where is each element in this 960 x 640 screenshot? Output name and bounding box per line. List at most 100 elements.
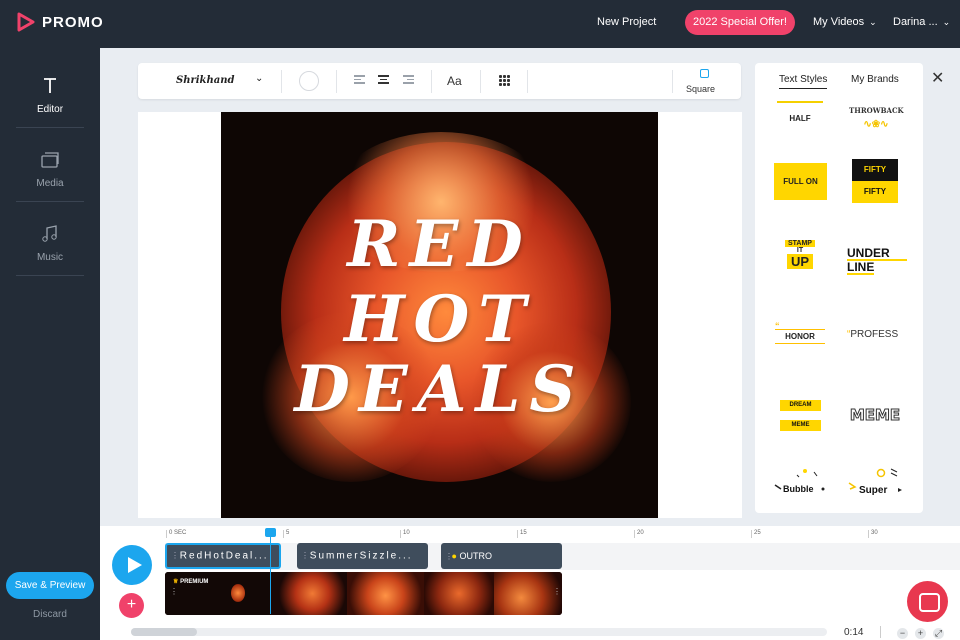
sidebar-item-editor[interactable]: Editor	[16, 54, 84, 128]
style-meme[interactable]: MEME	[847, 406, 903, 425]
left-sidebar: Editor Media Music	[0, 48, 100, 640]
headline-line-1: RED	[347, 207, 532, 282]
drag-handle-icon[interactable]: ⋮	[445, 544, 453, 570]
zoom-in-icon[interactable]: +	[915, 628, 926, 639]
color-picker[interactable]	[299, 71, 319, 91]
font-select[interactable]: Shrikhand	[176, 75, 235, 86]
promo-logo[interactable]: PROMO	[16, 12, 104, 32]
play-button[interactable]	[112, 545, 152, 585]
duration-label: 0:14	[844, 627, 864, 638]
style-label: Bubble	[783, 484, 814, 494]
dot-icon: ●	[451, 551, 457, 561]
sidebar-item-label: Media	[36, 178, 64, 189]
style-dream-meme[interactable]: DREAM MEME	[780, 400, 821, 431]
divider	[672, 70, 673, 93]
sidebar-item-label: Music	[36, 252, 64, 263]
style-super[interactable]: Super	[847, 467, 905, 501]
ornament-icon: ∿❀∿	[863, 119, 889, 130]
ruler-tick: 5	[283, 530, 289, 538]
style-bubble[interactable]: Bubble	[773, 467, 829, 501]
special-offer-button[interactable]: 2022 Special Offer!	[685, 10, 795, 35]
ratio-label[interactable]: Square	[686, 84, 715, 94]
divider	[336, 70, 337, 93]
headline-text[interactable]: RED HOT DEALS	[221, 112, 658, 518]
fit-icon[interactable]: ⤢	[933, 628, 944, 639]
user-menu[interactable]: Darina ... ⌄	[893, 16, 950, 28]
sidebar-item-media[interactable]: Media	[16, 128, 84, 202]
chevron-down-icon: ⌄	[942, 17, 951, 27]
media-icon	[41, 152, 59, 168]
style-half[interactable]: HALF	[777, 101, 823, 126]
text-track	[165, 543, 960, 570]
new-project-link[interactable]: New Project	[597, 16, 656, 28]
close-icon[interactable]: ✕	[931, 68, 944, 88]
tab-my-brands[interactable]: My Brands	[851, 74, 899, 85]
drag-handle-icon[interactable]: ⋮	[171, 545, 179, 567]
save-preview-button[interactable]: Save & Preview	[6, 572, 94, 599]
style-label: UNDER	[847, 247, 907, 261]
style-label: Super	[859, 485, 888, 496]
style-label: PROFESS	[850, 329, 899, 340]
style-label: MEME	[849, 406, 901, 425]
ruler-tick: 25	[751, 530, 761, 538]
timeline-scrollbar[interactable]	[131, 628, 827, 636]
discard-link[interactable]: Discard	[0, 609, 100, 620]
video-thumbnail	[424, 572, 494, 615]
drag-handle-icon[interactable]: ⋮	[301, 543, 309, 569]
headline-line-2: HOT	[344, 282, 535, 357]
text-clip-summersizzle[interactable]: ⋮ SummerSizzle...	[297, 543, 428, 569]
video-thumbnail	[231, 584, 245, 602]
my-videos-menu[interactable]: My Videos ⌄	[813, 16, 877, 28]
divider	[281, 70, 282, 93]
text-size-button[interactable]: Aa	[447, 74, 462, 88]
text-clip-outro[interactable]: ⋮ ● OUTRO	[441, 543, 562, 569]
align-left-icon[interactable]	[354, 75, 365, 86]
style-label: FIFTY	[852, 159, 898, 181]
text-tool-icon	[44, 78, 56, 93]
style-label: FULL ON	[783, 177, 818, 186]
ruler-tick: 15	[517, 530, 527, 538]
video-track[interactable]: ♕ PREMIUM ⋮ ⋮	[165, 572, 562, 615]
style-profess[interactable]: “PROFESS	[847, 329, 907, 340]
text-toolbar: Shrikhand ⌄ Aa Square	[138, 63, 741, 99]
square-ratio-icon[interactable]	[700, 69, 709, 78]
chevron-down-icon[interactable]: ⌄	[255, 73, 263, 84]
tab-text-styles[interactable]: Text Styles	[779, 74, 828, 89]
style-full-on[interactable]: FULL ON	[774, 163, 827, 200]
sidebar-item-music[interactable]: Music	[16, 202, 84, 276]
style-label: THROWBACK	[849, 106, 904, 115]
video-thumbnail	[270, 572, 347, 615]
user-name: Darina ...	[893, 16, 938, 28]
zoom-out-icon[interactable]: −	[897, 628, 908, 639]
style-label: STAMP	[785, 240, 815, 247]
style-fifty[interactable]: FIFTY FIFTY	[852, 159, 898, 203]
divider	[527, 70, 528, 93]
align-center-icon[interactable]	[378, 75, 389, 86]
drag-handle-icon[interactable]: ⋮	[553, 587, 561, 596]
music-note-icon	[42, 225, 57, 242]
style-label: HONOR	[775, 329, 825, 344]
chat-icon[interactable]	[907, 581, 948, 622]
ruler-tick: 0 SEC	[166, 530, 186, 538]
clip-label: OUTRO	[459, 551, 492, 561]
playhead[interactable]	[265, 528, 276, 614]
style-honor[interactable]: “ HONOR	[775, 322, 825, 344]
grid-icon[interactable]	[499, 75, 510, 86]
style-throwback[interactable]: THROWBACK ∿❀∿	[849, 100, 904, 130]
drag-handle-icon[interactable]: ⋮	[170, 587, 178, 596]
crown-icon: ♕	[173, 579, 179, 585]
style-label: LINE	[847, 260, 875, 275]
style-label: HALF	[789, 114, 811, 123]
scrollbar-thumb[interactable]	[131, 628, 197, 636]
style-label: MEME	[780, 420, 821, 431]
style-stamp-it-up[interactable]: STAMP IT UP	[783, 240, 817, 269]
video-preview[interactable]: RED HOT DEALS	[221, 112, 658, 518]
ruler-tick: 30	[868, 530, 878, 538]
ruler-tick: 20	[634, 530, 644, 538]
add-button[interactable]: +	[119, 593, 144, 618]
text-clip-redhotdeals[interactable]: ⋮ RedHotDeal...	[165, 543, 281, 569]
sidebar-item-label: Editor	[36, 104, 64, 115]
style-underline[interactable]: UNDER LINE	[847, 247, 907, 275]
premium-label: PREMIUM	[180, 579, 209, 585]
align-right-icon[interactable]	[403, 75, 414, 86]
